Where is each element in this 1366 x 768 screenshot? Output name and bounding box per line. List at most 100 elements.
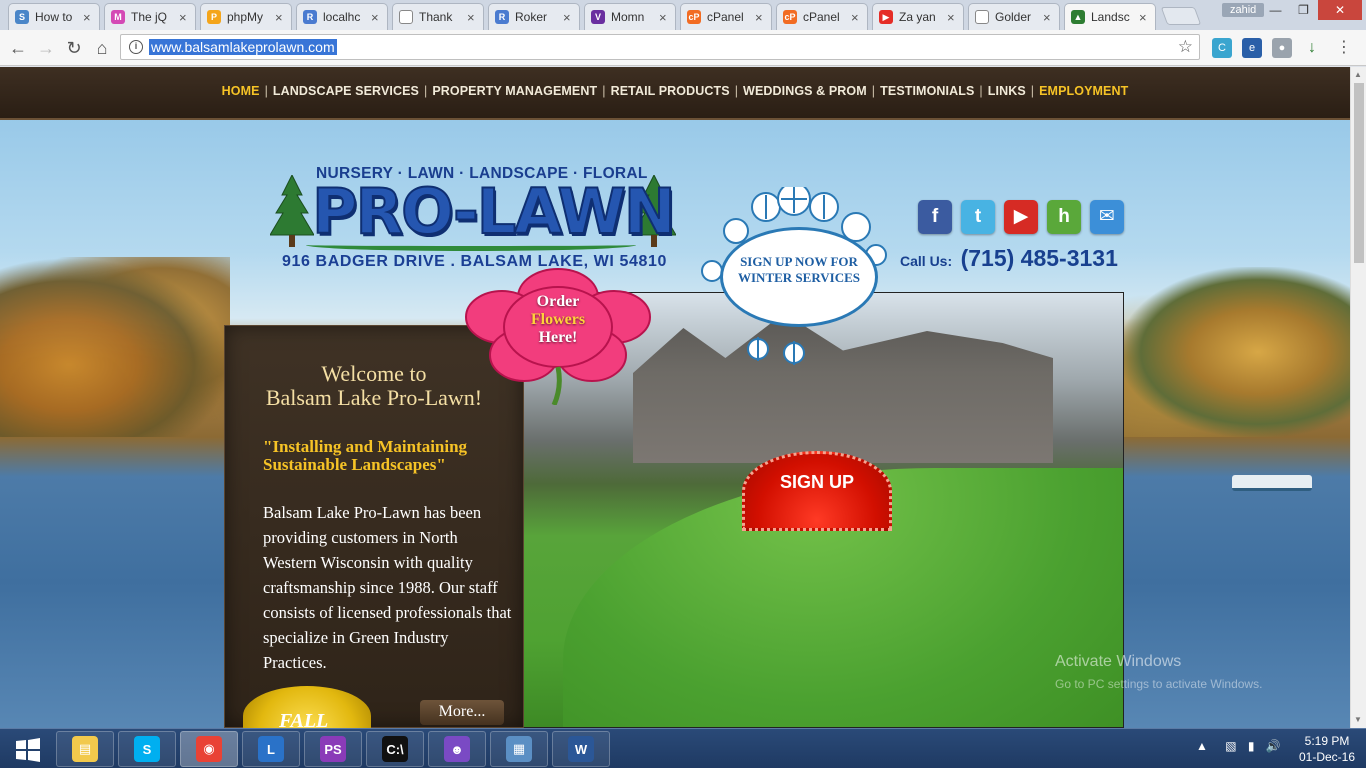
taskbar-app-button[interactable]: ◉ xyxy=(180,731,238,767)
home-icon[interactable]: ⌂ xyxy=(92,38,112,59)
clock-date: 01-Dec-16 xyxy=(1298,750,1356,764)
pine-tree-left-icon xyxy=(270,175,314,247)
web-page: HOME | LANDSCAPE SERVICES | PROPERTY MANAGEM… xyxy=(0,67,1350,728)
welcome-slogan: "Installing and Maintaining Sustainable … xyxy=(263,437,468,474)
browser-tab[interactable]: ▶ Za yan × xyxy=(872,3,964,30)
close-tab-icon[interactable]: × xyxy=(659,10,669,25)
facebook-icon[interactable]: f xyxy=(918,200,952,234)
taskbar-app-button[interactable]: ☻ xyxy=(428,731,486,767)
extension-gray-icon[interactable]: ● xyxy=(1272,38,1292,58)
nav-link-home[interactable]: HOME xyxy=(222,84,260,98)
page-scrollbar[interactable]: ▲ ▼ xyxy=(1350,67,1366,728)
close-tab-icon[interactable]: × xyxy=(1139,10,1149,25)
nav-link-testimonials[interactable]: TESTIMONIALS xyxy=(880,84,974,98)
browser-tab[interactable]: R Roker × xyxy=(488,3,580,30)
close-tab-icon[interactable]: × xyxy=(947,10,957,25)
menu-icon[interactable]: ⋮ xyxy=(1334,38,1354,58)
cmd-icon: C:\ xyxy=(382,736,408,762)
new-tab-button[interactable] xyxy=(1160,7,1202,25)
order-flowers-text: Order Flowers Here! xyxy=(462,293,654,347)
houzz-icon[interactable]: h xyxy=(1047,200,1081,234)
extension-download-icon[interactable]: ↓ xyxy=(1302,38,1322,58)
nav-link-landscape-services[interactable]: LANDSCAPE SERVICES xyxy=(273,84,419,98)
taskbar-app-button[interactable]: W xyxy=(552,731,610,767)
taskbar-app-button[interactable]: L xyxy=(242,731,300,767)
doc-icon xyxy=(975,10,989,24)
nav-link-links[interactable]: LINKS xyxy=(988,84,1026,98)
system-tray[interactable]: ▲ ▧ ▮ 🔊 xyxy=(1196,739,1281,753)
reload-icon[interactable]: ↻ xyxy=(64,38,84,59)
browser-tab[interactable]: ▲ Landsc × xyxy=(1064,3,1156,30)
phone-number[interactable]: (715) 485-3131 xyxy=(961,245,1118,271)
bookmark-star-icon[interactable]: ☆ xyxy=(1178,37,1193,57)
browser-tab[interactable]: S How to × xyxy=(8,3,100,30)
taskbar-app-button[interactable]: ▦ xyxy=(490,731,548,767)
network-app-icon: ▦ xyxy=(506,736,532,762)
clock-time: 5:19 PM xyxy=(1304,734,1350,748)
close-tab-icon[interactable]: × xyxy=(1043,10,1053,25)
extension-e-icon[interactable]: e xyxy=(1242,38,1262,58)
minimize-button[interactable]: — xyxy=(1262,0,1289,20)
taskbar-app-button[interactable]: C:\ xyxy=(366,731,424,767)
more-button[interactable]: More... xyxy=(420,700,504,725)
scrollbar-thumb[interactable] xyxy=(1354,83,1364,263)
browser-toolbar: ← → ↻ ⌂ i www.balsamlakeprolawn.com ☆ C … xyxy=(0,30,1366,66)
logo-name: PRO-LAWN xyxy=(311,174,677,249)
browser-tab[interactable]: Rlocalhc × xyxy=(296,3,388,30)
email-icon[interactable]: ✉ xyxy=(1090,200,1124,234)
roker-icon: R xyxy=(495,10,509,24)
network-signal-icon[interactable]: ▧ xyxy=(1225,739,1236,753)
close-tab-icon[interactable]: × xyxy=(275,10,285,25)
browser-tab[interactable]: Thank × xyxy=(392,3,484,30)
scroll-up-icon[interactable]: ▲ xyxy=(1354,70,1362,79)
browser-tab[interactable]: Golder × xyxy=(968,3,1060,30)
signup-badge[interactable]: SIGN UP xyxy=(742,451,892,531)
browser-tab[interactable]: cP cPanel × xyxy=(680,3,772,30)
winter-signup-badge[interactable]: SIGN UP NOW FOR WINTER SERVICES xyxy=(696,187,892,365)
windows-start-icon[interactable] xyxy=(6,735,48,765)
extension-c-icon[interactable]: C xyxy=(1212,38,1232,58)
browser-tab[interactable]: PphpMy × xyxy=(200,3,292,30)
maximize-button[interactable]: ❐ xyxy=(1290,0,1317,20)
file-explorer-icon: ▤ xyxy=(72,736,98,762)
windows-taskbar: ▤ S ◉ L PS C:\ ☻ ▦ W ▲ ▧ ▮ 🔊 5:19 PM 01-Dec-16 xyxy=(0,728,1366,768)
tab-title: cPanel xyxy=(707,10,744,24)
url-text[interactable]: www.balsamlakeprolawn.com xyxy=(149,39,337,55)
address-bar[interactable]: i www.balsamlakeprolawn.com ☆ xyxy=(120,34,1200,60)
close-tab-icon[interactable]: × xyxy=(179,10,189,25)
youtube-icon[interactable]: ▶ xyxy=(1004,200,1038,234)
taskbar-clock[interactable]: 5:19 PM 01-Dec-16 xyxy=(1296,733,1358,765)
forward-icon[interactable]: → xyxy=(36,38,56,59)
site-info-icon[interactable]: i xyxy=(129,40,143,54)
nav-link-weddings-prom[interactable]: WEDDINGS & PROM xyxy=(743,84,867,98)
twitter-icon[interactable]: t xyxy=(961,200,995,234)
browser-tab[interactable]: cP cPanel × xyxy=(776,3,868,30)
nav-link-property-management[interactable]: PROPERTY MANAGEMENT xyxy=(432,84,597,98)
close-tab-icon[interactable]: × xyxy=(467,10,477,25)
close-tab-icon[interactable]: × xyxy=(851,10,861,25)
order-flowers-badge[interactable]: Order Flowers Here! xyxy=(462,267,654,405)
taskbar-app-button[interactable]: ▤ xyxy=(56,731,114,767)
site-logo[interactable]: NURSERY · LAWN · LANDSCAPE · FLORAL PRO-… xyxy=(266,163,678,277)
nav-link-retail-products[interactable]: RETAIL PRODUCTS xyxy=(611,84,730,98)
scroll-down-icon[interactable]: ▼ xyxy=(1354,715,1362,724)
close-tab-icon[interactable]: × xyxy=(371,10,381,25)
pma-icon: P xyxy=(207,10,221,24)
browser-tab[interactable]: M The jQ × xyxy=(104,3,196,30)
close-tab-icon[interactable]: × xyxy=(83,10,93,25)
volume-icon[interactable]: 🔊 xyxy=(1266,739,1281,753)
close-window-button[interactable]: ✕ xyxy=(1318,0,1362,20)
nav-link-employment[interactable]: EMPLOYMENT xyxy=(1039,84,1128,98)
browser-tab[interactable]: V Momn × xyxy=(584,3,676,30)
battery-icon[interactable]: ▮ xyxy=(1248,739,1255,753)
scenery-left xyxy=(0,257,230,437)
tab-title: How to xyxy=(35,10,73,24)
taskbar-app-button[interactable]: S xyxy=(118,731,176,767)
close-tab-icon[interactable]: × xyxy=(755,10,765,25)
fall-seal-badge[interactable]: FALL xyxy=(243,686,371,728)
tray-chevron-icon[interactable]: ▲ xyxy=(1196,739,1208,753)
close-tab-icon[interactable]: × xyxy=(563,10,573,25)
profile-button[interactable]: zahid xyxy=(1222,3,1265,17)
taskbar-app-button[interactable]: PS xyxy=(304,731,362,767)
back-icon[interactable]: ← xyxy=(8,38,28,59)
